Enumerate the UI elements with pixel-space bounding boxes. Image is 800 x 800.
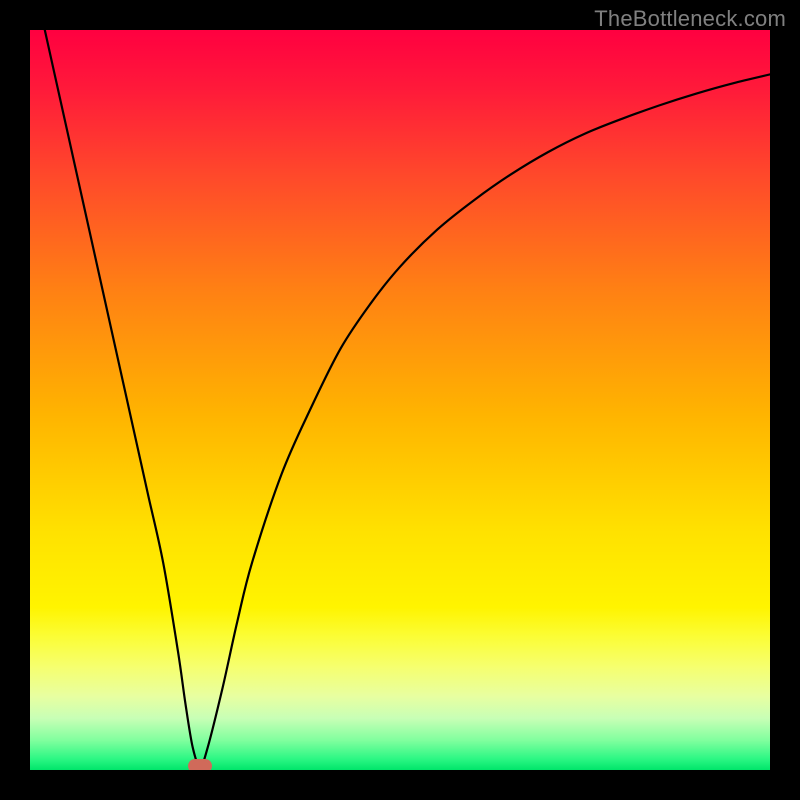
- optimal-point-marker: [188, 759, 212, 770]
- plot-area: [30, 30, 770, 770]
- bottleneck-curve: [30, 30, 770, 770]
- chart-frame: TheBottleneck.com: [0, 0, 800, 800]
- watermark-text: TheBottleneck.com: [594, 6, 786, 32]
